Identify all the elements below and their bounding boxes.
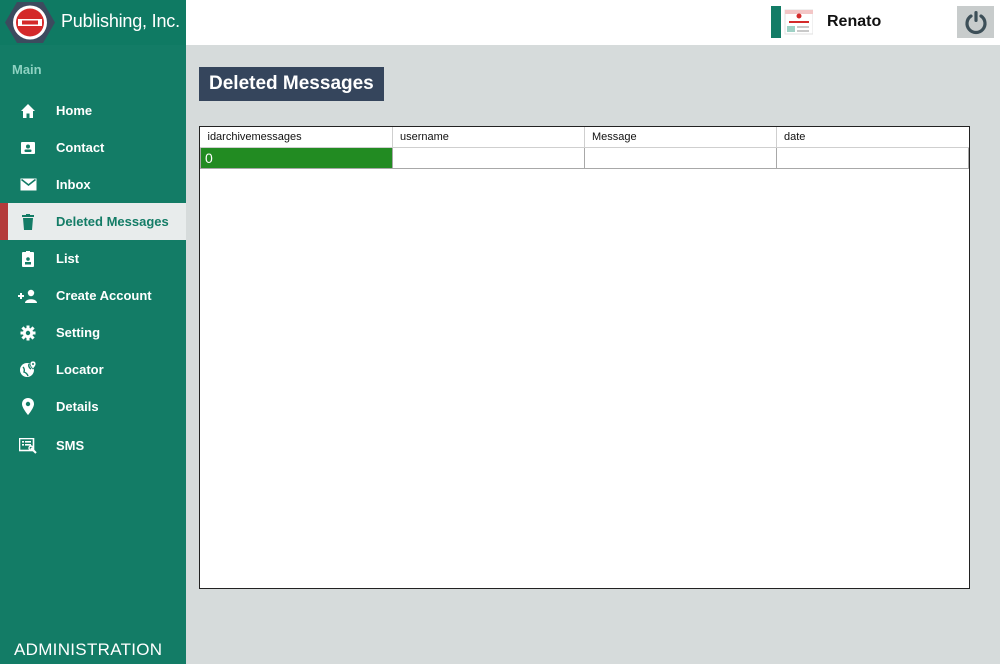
contact-card-icon [18,138,38,158]
power-button[interactable] [957,6,994,38]
sidebar-item-inbox[interactable]: Inbox [0,166,186,203]
column-header-message[interactable]: Message [584,127,777,148]
page-title: Deleted Messages [199,67,384,101]
sidebar-item-label: Create Account [56,288,152,303]
sidebar-item-label: Inbox [56,177,91,192]
sidebar-item-list[interactable]: List [0,240,186,277]
column-header-idarchivemessages[interactable]: idarchivemessages [200,127,393,148]
username: Renato [827,13,882,30]
sidebar-item-label: Home [56,103,93,118]
gear-icon [18,323,38,343]
brand-header: Publishing, Inc. [0,0,186,45]
sidebar-item-label: Details [56,399,99,414]
top-bar: Renato [186,0,1000,45]
sidebar-item-label: SMS [56,438,85,453]
sidebar-item-label: Deleted Messages [56,214,169,229]
messages-grid[interactable]: idarchivemessages username Message date … [199,126,970,589]
company-logo [5,2,55,43]
sidebar-item-contact[interactable]: Contact [0,129,186,166]
column-header-username[interactable]: username [392,127,585,148]
user-avatar [771,6,813,38]
sidebar-nav: Home Contact Inbox Deleted Messages List [0,92,186,464]
sms-icon [18,436,38,456]
sidebar-footer: ADMINISTRATION [14,640,163,659]
sidebar-item-sms[interactable]: SMS [0,427,186,464]
section-title: Main [12,62,42,77]
table-header-row: idarchivemessages username Message date [200,127,969,148]
sidebar-item-setting[interactable]: Setting [0,314,186,351]
sidebar-item-label: Locator [56,362,104,377]
sidebar-item-label: Contact [56,140,105,155]
table-row[interactable]: 0 [200,147,969,169]
map-pin-icon [18,397,38,417]
home-icon [18,101,38,121]
messages-table: idarchivemessages username Message date … [200,127,969,169]
sidebar-item-deleted-messages[interactable]: Deleted Messages [0,203,186,240]
table-cell-username[interactable] [392,147,585,169]
add-user-icon [18,286,38,306]
sidebar-item-create-account[interactable]: Create Account [0,277,186,314]
sidebar: Publishing, Inc. Main Home Contact Inbox [0,0,186,664]
sidebar-item-label: List [56,251,80,266]
mail-icon [18,175,38,195]
badge-icon [18,249,38,269]
sidebar-item-details[interactable]: Details [0,388,186,425]
trash-icon [18,212,38,232]
sidebar-item-label: Setting [56,325,101,340]
table-cell-idarchivemessages[interactable]: 0 [200,147,393,169]
brand-name: Publishing, Inc. [61,11,180,31]
sidebar-item-home[interactable]: Home [0,92,186,129]
power-icon [964,11,987,35]
table-cell-date[interactable] [776,147,969,169]
table-cell-message[interactable] [584,147,777,169]
sidebar-item-locator[interactable]: Locator [0,351,186,388]
column-header-date[interactable]: date [776,127,969,148]
globe-location-icon [18,360,38,380]
